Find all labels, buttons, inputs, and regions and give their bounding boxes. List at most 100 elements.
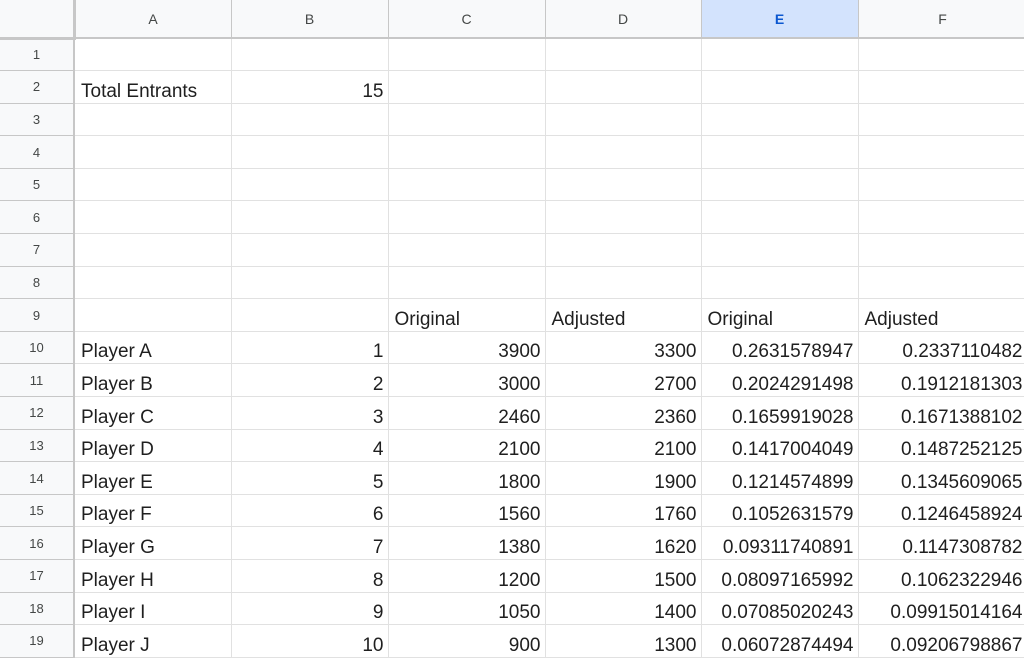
cell-b17[interactable]: 8 [231,559,389,593]
cell-d3[interactable] [545,103,702,137]
cell-f3[interactable] [858,103,1024,137]
column-header-b[interactable]: B [231,0,389,39]
cell-f19[interactable]: 0.09206798867 [858,624,1024,658]
cell-f13[interactable]: 0.1487252125 [858,429,1024,463]
cell-f14[interactable]: 0.1345609065 [858,461,1024,495]
cell-c6[interactable] [388,200,546,235]
cell-b13[interactable]: 4 [231,429,389,463]
cell-e17[interactable]: 0.08097165992 [701,559,859,593]
cell-b19[interactable]: 10 [231,624,389,658]
cell-c2[interactable] [388,70,546,104]
cell-e16[interactable]: 0.09311740891 [701,526,859,560]
cell-a19[interactable]: Player J [74,624,232,658]
cell-c16[interactable]: 1380 [388,526,546,560]
cell-b16[interactable]: 7 [231,526,389,560]
row-header-14[interactable]: 14 [0,461,75,495]
cell-b11[interactable]: 2 [231,363,389,398]
cell-d7[interactable] [545,233,702,267]
cell-b2[interactable]: 15 [231,70,389,104]
cell-e14[interactable]: 0.1214574899 [701,461,859,495]
cell-d1[interactable] [545,38,702,72]
cell-e13[interactable]: 0.1417004049 [701,429,859,463]
row-header-3[interactable]: 3 [0,103,75,137]
cell-f11[interactable]: 0.1912181303 [858,363,1024,398]
cell-d11[interactable]: 2700 [545,363,702,398]
row-header-6[interactable]: 6 [0,200,75,235]
cell-b7[interactable] [231,233,389,267]
cell-f9[interactable]: Adjusted [858,298,1024,332]
cell-c13[interactable]: 2100 [388,429,546,463]
row-header-12[interactable]: 12 [0,396,75,430]
cell-f7[interactable] [858,233,1024,267]
cell-f15[interactable]: 0.1246458924 [858,494,1024,528]
cell-e1[interactable] [701,38,859,72]
row-header-10[interactable]: 10 [0,331,75,365]
column-header-e[interactable]: E [701,0,859,39]
cell-d13[interactable]: 2100 [545,429,702,463]
cell-b12[interactable]: 3 [231,396,389,430]
cell-d14[interactable]: 1900 [545,461,702,495]
cell-d19[interactable]: 1300 [545,624,702,658]
column-header-f[interactable]: F [858,0,1024,39]
cell-a8[interactable] [74,266,232,300]
cell-e2[interactable] [701,70,859,104]
cell-f8[interactable] [858,266,1024,300]
cell-c18[interactable]: 1050 [388,592,546,626]
cell-a9[interactable] [74,298,232,332]
cell-d9[interactable]: Adjusted [545,298,702,332]
column-header-c[interactable]: C [388,0,546,39]
cell-d4[interactable] [545,135,702,169]
row-header-9[interactable]: 9 [0,298,75,332]
cell-c19[interactable]: 900 [388,624,546,658]
cell-e3[interactable] [701,103,859,137]
select-all-corner[interactable] [0,0,76,40]
cell-d12[interactable]: 2360 [545,396,702,430]
cell-d5[interactable] [545,168,702,202]
cell-b1[interactable] [231,38,389,72]
cell-a1[interactable] [74,38,232,72]
cell-a18[interactable]: Player I [74,592,232,626]
column-header-d[interactable]: D [545,0,702,39]
cell-f12[interactable]: 0.1671388102 [858,396,1024,430]
row-header-19[interactable]: 19 [0,624,75,658]
cell-b18[interactable]: 9 [231,592,389,626]
cell-b6[interactable] [231,200,389,235]
row-header-17[interactable]: 17 [0,559,75,593]
cell-a3[interactable] [74,103,232,137]
cell-a13[interactable]: Player D [74,429,232,463]
cell-e11[interactable]: 0.2024291498 [701,363,859,398]
cell-c14[interactable]: 1800 [388,461,546,495]
cell-c10[interactable]: 3900 [388,331,546,365]
cell-a15[interactable]: Player F [74,494,232,528]
cell-e18[interactable]: 0.07085020243 [701,592,859,626]
cell-d15[interactable]: 1760 [545,494,702,528]
cell-e4[interactable] [701,135,859,169]
row-header-18[interactable]: 18 [0,592,75,626]
cell-a4[interactable] [74,135,232,169]
cell-e5[interactable] [701,168,859,202]
cell-b10[interactable]: 1 [231,331,389,365]
cell-c7[interactable] [388,233,546,267]
cell-d16[interactable]: 1620 [545,526,702,560]
cell-d2[interactable] [545,70,702,104]
cell-e6[interactable] [701,200,859,235]
cell-b15[interactable]: 6 [231,494,389,528]
cell-f1[interactable] [858,38,1024,72]
cell-f4[interactable] [858,135,1024,169]
cell-c12[interactable]: 2460 [388,396,546,430]
cell-a5[interactable] [74,168,232,202]
cell-b8[interactable] [231,266,389,300]
cell-f10[interactable]: 0.2337110482 [858,331,1024,365]
row-header-16[interactable]: 16 [0,526,75,560]
cell-f2[interactable] [858,70,1024,104]
row-header-7[interactable]: 7 [0,233,75,267]
cell-c3[interactable] [388,103,546,137]
row-header-8[interactable]: 8 [0,266,75,300]
cell-a12[interactable]: Player C [74,396,232,430]
row-header-11[interactable]: 11 [0,363,75,398]
cell-e12[interactable]: 0.1659919028 [701,396,859,430]
cell-c1[interactable] [388,38,546,72]
cell-a16[interactable]: Player G [74,526,232,560]
cell-c15[interactable]: 1560 [388,494,546,528]
cell-e7[interactable] [701,233,859,267]
